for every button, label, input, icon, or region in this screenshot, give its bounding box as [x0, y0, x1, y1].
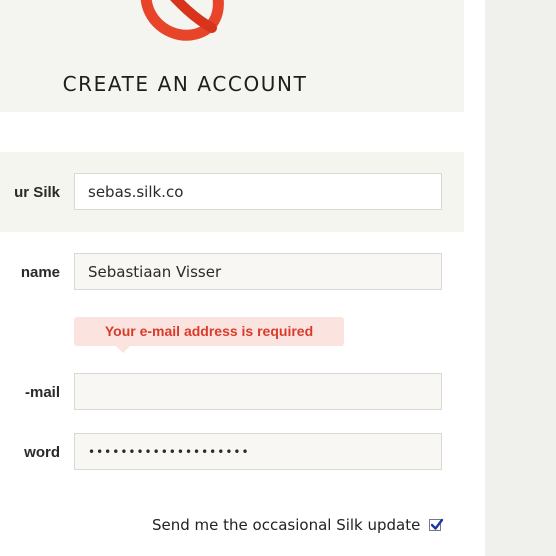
- password-label: word: [24, 444, 60, 461]
- silk-url-input[interactable]: [74, 173, 442, 210]
- right-panel: [485, 0, 556, 556]
- name-input[interactable]: [74, 253, 442, 290]
- email-label: -mail: [24, 384, 60, 401]
- name-label: name: [20, 264, 60, 281]
- checkmark-icon: [430, 518, 444, 530]
- email-input[interactable]: [74, 373, 442, 410]
- header-band: CREATE AN ACCOUNT: [0, 0, 464, 112]
- silk-logo-icon: [140, 0, 224, 41]
- silk-url-label: ur Silk: [14, 184, 60, 201]
- updates-opt-in-label: Send me the occasional Silk update: [152, 516, 421, 534]
- password-input[interactable]: [74, 433, 442, 470]
- page-title: CREATE AN ACCOUNT: [62, 72, 308, 96]
- email-error-tooltip: Your e-mail address is required: [74, 317, 344, 353]
- updates-checkbox[interactable]: [429, 518, 444, 531]
